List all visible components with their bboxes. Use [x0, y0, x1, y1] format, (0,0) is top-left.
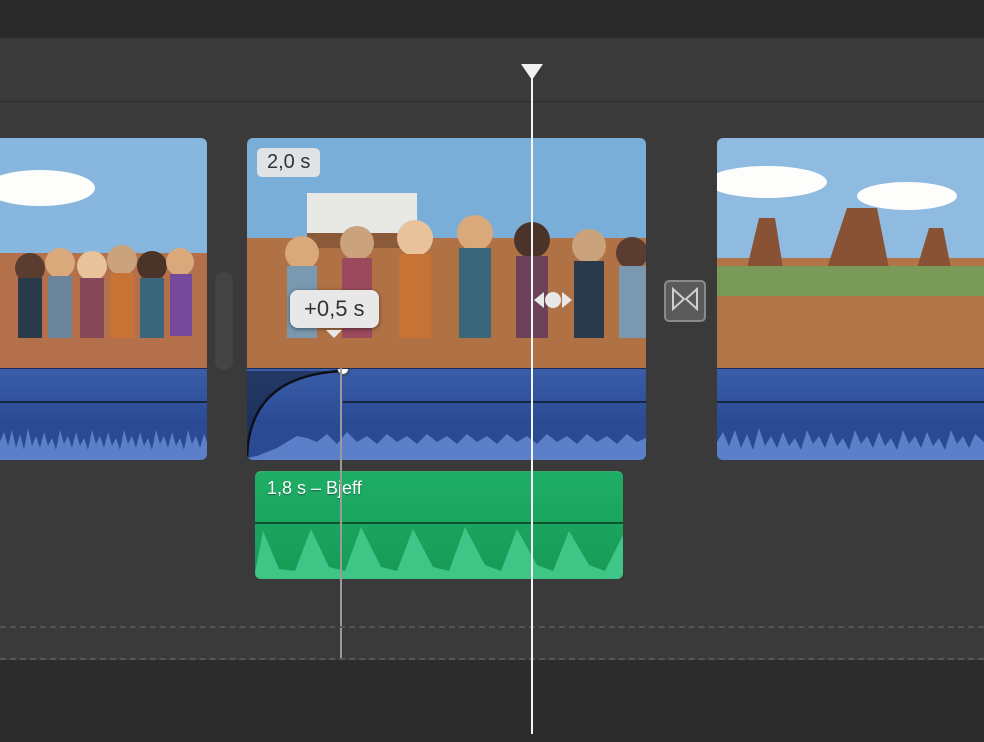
fade-in-handle[interactable] — [337, 368, 349, 375]
transition-cross-dissolve[interactable] — [664, 280, 706, 322]
waveform — [0, 412, 207, 460]
timeline[interactable]: 2,0 s +0,5 s — [0, 38, 984, 742]
audio-clip[interactable]: 1,8 s – Bjeff — [255, 471, 623, 579]
waveform — [717, 412, 984, 460]
timeline-footer — [0, 660, 984, 742]
audio-clip-label: 1,8 s – Bjeff — [267, 478, 362, 499]
track-divider — [0, 101, 984, 102]
clip-connector-icon — [380, 471, 396, 473]
clip-thumbnail — [0, 138, 207, 368]
waveform — [255, 521, 623, 579]
video-clip-1[interactable] — [0, 138, 207, 460]
clip-thumbnail — [717, 138, 984, 368]
retime-handle[interactable] — [532, 286, 574, 314]
clip-audio-lane[interactable] — [0, 368, 207, 460]
track-lane-divider — [0, 626, 984, 628]
volume-line[interactable] — [343, 401, 646, 403]
toolbar-strip — [0, 0, 984, 38]
cross-dissolve-icon — [672, 286, 698, 317]
clip-duration-badge: 2,0 s — [257, 148, 320, 177]
clip-audio-lane[interactable] — [247, 368, 646, 460]
video-clip-3[interactable] — [717, 138, 984, 460]
waveform — [247, 412, 646, 460]
clip-edge-handle[interactable] — [215, 272, 233, 370]
clip-thumbnail: 2,0 s — [247, 138, 646, 368]
volume-line[interactable] — [717, 401, 984, 403]
volume-line[interactable] — [0, 401, 207, 403]
clip-audio-lane[interactable] — [717, 368, 984, 460]
fade-offset-tooltip: +0,5 s — [290, 290, 379, 328]
